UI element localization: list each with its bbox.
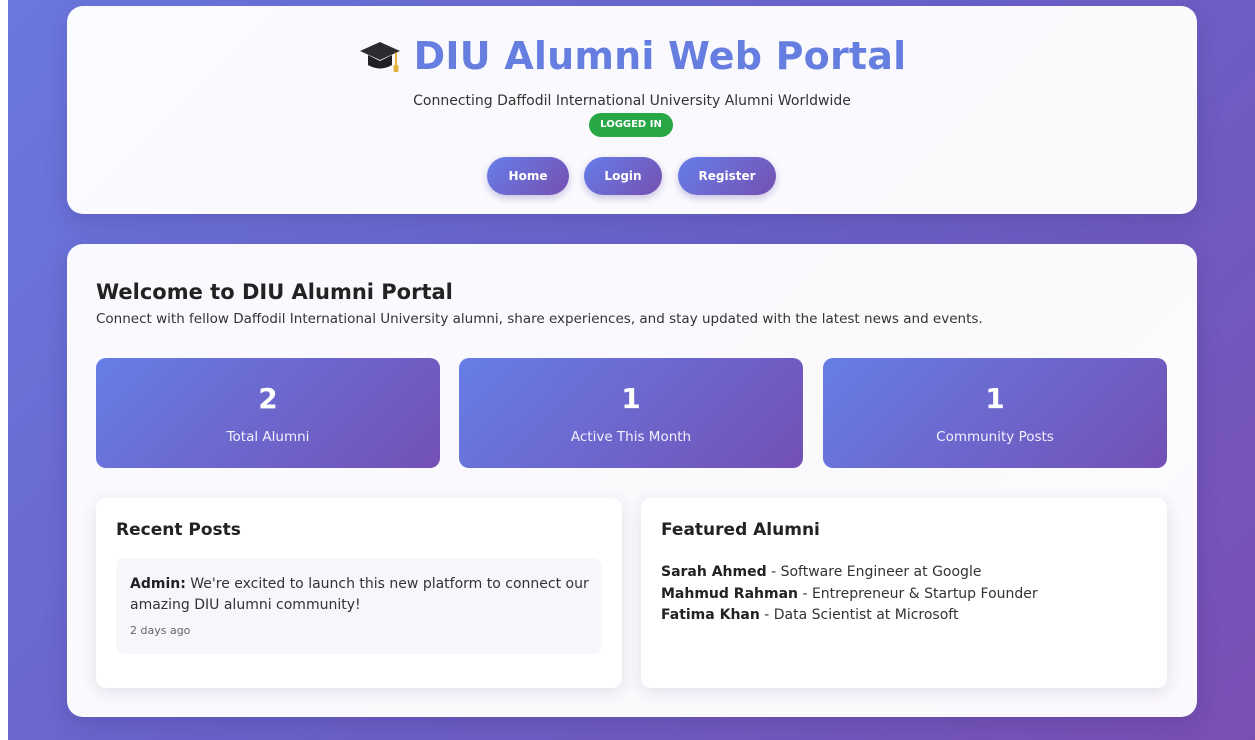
stat-label: Total Alumni: [226, 429, 310, 445]
list-item: Fatima Khan - Data Scientist at Microsof…: [661, 605, 1161, 627]
recent-posts-title: Recent Posts: [116, 520, 241, 540]
portal-subtitle: Connecting Daffodil International Univer…: [413, 93, 851, 109]
stat-value: 1: [985, 382, 1005, 415]
stat-card-community-posts: 1 Community Posts: [823, 358, 1167, 468]
welcome-text: Connect with fellow Daffodil Internation…: [96, 311, 983, 327]
register-button[interactable]: Register: [678, 157, 776, 195]
list-item: Mahmud Rahman - Entrepreneur & Startup F…: [661, 584, 1161, 606]
welcome-title: Welcome to DIU Alumni Portal: [96, 280, 453, 304]
post-text: We're excited to launch this new platfor…: [130, 576, 589, 613]
post-body: Admin: We're excited to launch this new …: [130, 574, 590, 616]
alumni-role: - Entrepreneur & Startup Founder: [798, 585, 1038, 602]
post-timestamp: 2 days ago: [130, 624, 191, 637]
alumni-name: Mahmud Rahman: [661, 585, 798, 602]
main-nav: Home Login Register: [67, 157, 1197, 195]
stat-label: Community Posts: [936, 429, 1054, 445]
featured-alumni-title: Featured Alumni: [661, 520, 820, 540]
main-card: Welcome to DIU Alumni Portal Connect wit…: [67, 244, 1197, 717]
alumni-role: - Data Scientist at Microsoft: [759, 607, 959, 623]
header-card: DIU Alumni Web Portal Connecting Daffodi…: [67, 6, 1197, 214]
stat-value: 1: [621, 382, 641, 415]
alumni-name: Sarah Ahmed: [661, 564, 767, 580]
post-author: Admin:: [130, 576, 186, 592]
alumni-role: - Software Engineer at Google: [766, 564, 982, 580]
alumni-name: Fatima Khan: [661, 607, 760, 623]
home-button[interactable]: Home: [487, 157, 569, 195]
featured-alumni-panel: Featured Alumni Sarah Ahmed - Software E…: [641, 498, 1167, 688]
alumni-list: Sarah Ahmed - Software Engineer at Googl…: [661, 562, 1161, 627]
post-item[interactable]: Admin: We're excited to launch this new …: [116, 558, 602, 654]
stat-card-active-this-month: 1 Active This Month: [459, 358, 803, 468]
portal-title: DIU Alumni Web Portal: [413, 34, 907, 78]
recent-posts-panel: Recent Posts Admin: We're excited to lau…: [96, 498, 622, 688]
login-button[interactable]: Login: [584, 157, 662, 195]
status-badge: LOGGED IN: [589, 113, 673, 137]
stat-label: Active This Month: [570, 429, 692, 445]
stat-card-total-alumni: 2 Total Alumni: [96, 358, 440, 468]
site-title: DIU Alumni Web Portal: [67, 34, 1197, 78]
graduation-cap-icon: [358, 34, 402, 78]
list-item: Sarah Ahmed - Software Engineer at Googl…: [661, 562, 1161, 584]
stat-value: 2: [258, 382, 278, 415]
